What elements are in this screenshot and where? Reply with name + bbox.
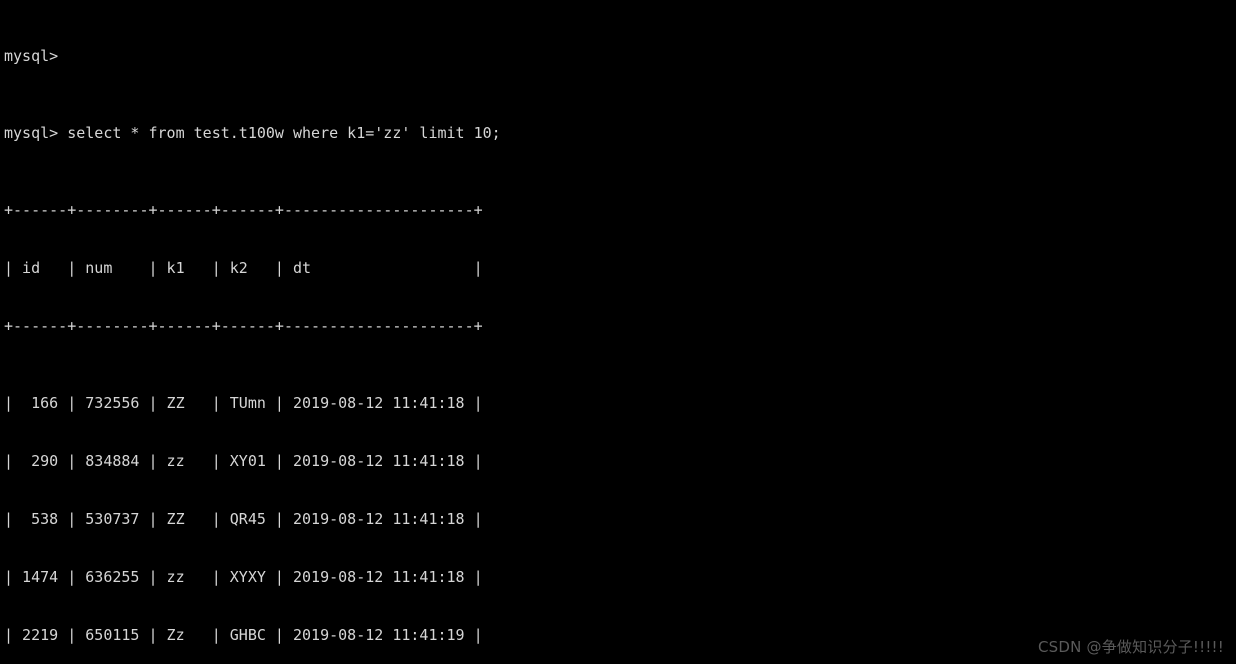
terminal-window[interactable]: mysql> mysql> select * from test.t100w w… [0,0,1236,664]
select-query-text: select * from test.t100w where k1='zz' l… [67,124,501,143]
terminal-screen[interactable]: mysql> mysql> select * from test.t100w w… [4,0,1106,664]
table-row: | 2219 | 650115 | Zz | GHBC | 2019-08-12… [4,625,483,644]
table-row: | 1474 | 636255 | zz | XYXY | 2019-08-12… [4,567,483,586]
partial-prompt-line: mysql> [4,46,59,65]
select-separator-mid: +------+--------+------+------+---------… [4,317,483,336]
table-row: | 538 | 530737 | ZZ | QR45 | 2019-08-12 … [4,510,483,529]
table-row: | 290 | 834884 | zz | XY01 | 2019-08-12 … [4,452,483,471]
table-row: | 166 | 732556 | ZZ | TUmn | 2019-08-12 … [4,394,483,413]
select-header-row: | id | num | k1 | k2 | dt | [4,259,483,278]
select-separator-top: +------+--------+------+------+---------… [4,201,483,220]
csdn-watermark: CSDN @争做知识分子!!!!! [1037,637,1224,656]
command-line-select: mysql> select * from test.t100w where k1… [4,124,1106,143]
prompt-select: mysql> [4,124,59,143]
